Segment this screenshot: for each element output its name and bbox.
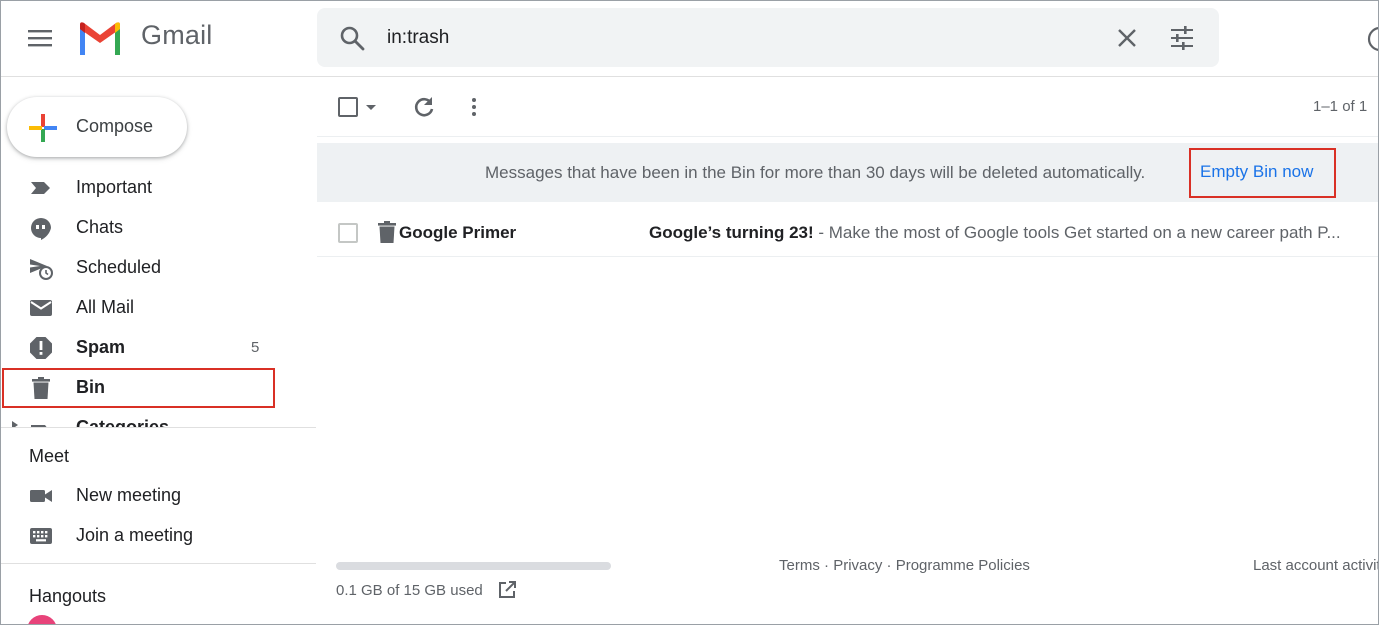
message-snippet: - Make the most of Google tools Get star…: [813, 223, 1341, 242]
sidebar-item-categories[interactable]: Categories: [1, 411, 316, 427]
video-camera-icon: [30, 490, 52, 502]
app-name[interactable]: Gmail: [141, 20, 213, 51]
chevron-down-icon[interactable]: [364, 100, 378, 114]
spam-icon: [30, 337, 52, 359]
bin-info-banner: Messages that have been in the Bin for m…: [317, 143, 1378, 202]
terms-link[interactable]: Terms: [779, 557, 820, 574]
gmail-logo-icon[interactable]: [77, 21, 123, 55]
sidebar-item-label: Spam: [76, 337, 126, 357]
row-checkbox[interactable]: [338, 223, 358, 243]
sidebar-item-all-mail[interactable]: All Mail: [1, 287, 281, 327]
sidebar-item-label: Scheduled: [76, 257, 162, 277]
message-sender: Google Primer: [399, 223, 517, 242]
sidebar-item-label: Important: [76, 177, 153, 197]
table-row[interactable]: Google Primer Google’s turning 23! - Mak…: [317, 208, 1378, 257]
message-subject: Google’s turning 23!: [649, 223, 814, 242]
header-divider: [1, 76, 1378, 77]
new-meeting-label: New meeting: [76, 485, 182, 505]
scheduled-icon: [30, 259, 53, 280]
toolbar-divider: [317, 136, 1378, 137]
sidebar-item-label: Categories: [76, 417, 170, 427]
chat-icon: [31, 218, 51, 240]
empty-bin-now-link[interactable]: Empty Bin now: [1200, 162, 1313, 182]
meet-section-title: Meet: [29, 446, 70, 466]
join-meeting-label: Join a meeting: [76, 525, 194, 545]
hangouts-section-title: Hangouts: [29, 586, 107, 606]
search-input[interactable]: [387, 22, 1087, 54]
sidebar-item-spam[interactable]: Spam 5: [1, 327, 281, 367]
bin-highlight-box: [2, 368, 275, 408]
storage-usage-text: 0.1 GB of 15 GB used: [336, 582, 483, 599]
search-icon[interactable]: [339, 25, 365, 51]
new-meeting-item[interactable]: New meeting: [1, 475, 281, 515]
storage-usage-bar: [336, 562, 611, 570]
compose-plus-icon: [29, 114, 57, 142]
compose-label: Compose: [76, 116, 154, 136]
programme-policies-link[interactable]: Programme Policies: [896, 557, 1030, 574]
sidebar-item-label: Chats: [76, 217, 124, 237]
sidebar-item-chats[interactable]: Chats: [1, 207, 281, 247]
trash-icon: [378, 221, 396, 243]
gmail-window: Gmail Compose: [0, 0, 1379, 625]
refresh-icon[interactable]: [411, 94, 437, 120]
join-meeting-item[interactable]: Join a meeting: [1, 515, 281, 555]
search-bar[interactable]: [317, 8, 1219, 67]
help-icon[interactable]: [1365, 24, 1379, 54]
select-all-checkbox[interactable]: [338, 97, 358, 117]
important-icon: [31, 182, 50, 194]
bin-info-message: Messages that have been in the Bin for m…: [485, 163, 1146, 182]
open-in-new-icon[interactable]: [497, 580, 517, 600]
sidebar-item-scheduled[interactable]: Scheduled: [1, 247, 281, 287]
pagination-text: 1–1 of 1: [1313, 98, 1368, 115]
main-menu-icon[interactable]: [27, 26, 53, 50]
clear-search-icon[interactable]: [1114, 25, 1140, 51]
keyboard-icon: [30, 528, 52, 544]
last-account-activity: Last account activity: [1253, 557, 1379, 574]
search-options-icon[interactable]: [1169, 25, 1195, 51]
sidebar-item-important[interactable]: Important: [1, 167, 281, 207]
sidebar-divider: [1, 563, 316, 564]
message-content: Google’s turning 23! - Make the most of …: [649, 223, 1369, 243]
privacy-link[interactable]: Privacy: [833, 557, 882, 574]
footer-separator: ·: [819, 557, 834, 574]
mail-icon: [30, 300, 52, 316]
footer-separator: ·: [882, 557, 896, 574]
more-options-icon[interactable]: [461, 94, 487, 120]
footer-links: Terms · Privacy · Programme Policies: [779, 557, 1030, 574]
sidebar-item-label: All Mail: [76, 297, 135, 317]
avatar[interactable]: [27, 615, 57, 624]
spam-count-badge: 5: [251, 339, 260, 356]
compose-button[interactable]: Compose: [7, 97, 187, 157]
sidebar-divider: [1, 427, 316, 428]
